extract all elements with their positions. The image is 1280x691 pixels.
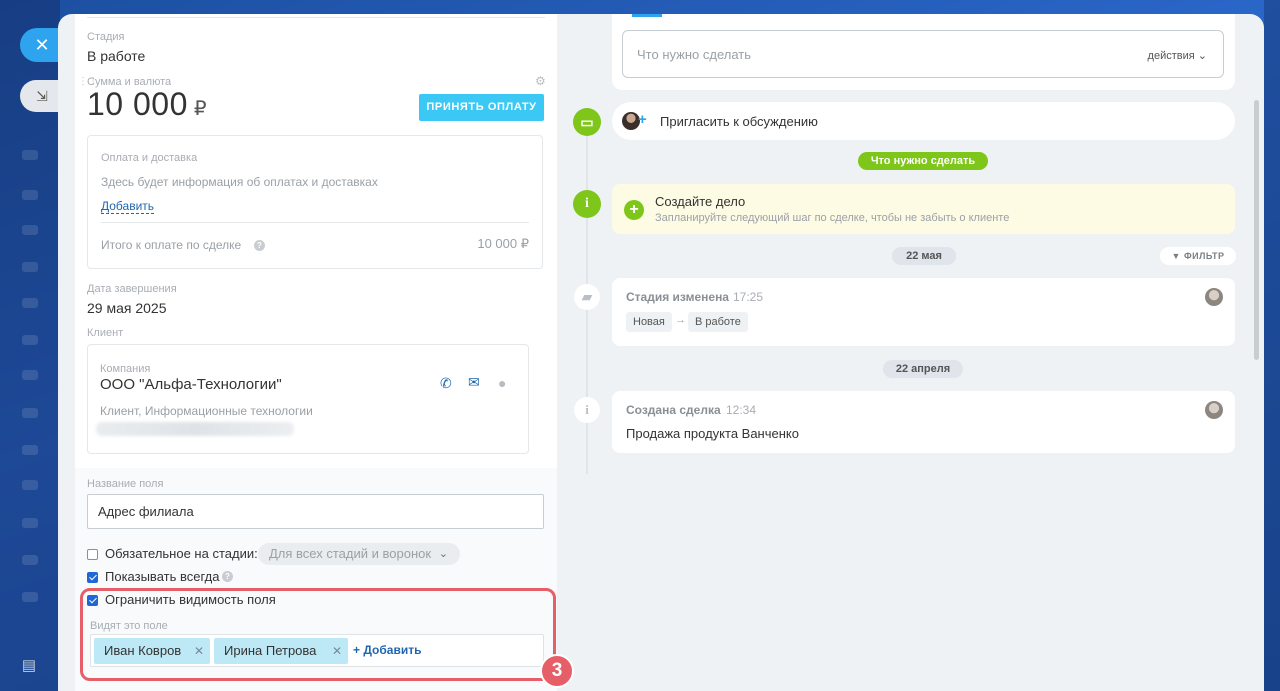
payment-info: Здесь будет информация об оплатах и дост… xyxy=(101,175,378,189)
phone-icon[interactable]: ✆ xyxy=(440,375,452,392)
date-separator: 22 апреля xyxy=(883,360,963,378)
todo-input[interactable]: Что нужно сделать действия ⌄ xyxy=(622,30,1224,78)
deal-panel: Стадия В работе ⋮⋮ Сумма и валюта ⚙ 10 0… xyxy=(58,14,1264,691)
actions-dropdown[interactable]: действия ⌄ xyxy=(1148,49,1207,62)
info-icon: i xyxy=(573,190,601,218)
field-name-label: Название поля xyxy=(87,478,164,490)
tab-indicator xyxy=(632,14,662,17)
highlight-frame xyxy=(80,588,556,681)
close-icon: ✕ xyxy=(34,35,50,55)
event-time: 12:34 xyxy=(726,403,757,417)
show-always-checkbox[interactable] xyxy=(87,572,98,583)
total-label-text: Итого к оплате по сделке xyxy=(101,238,242,252)
scrollbar[interactable] xyxy=(1254,100,1259,360)
payment-title: Оплата и доставка xyxy=(101,152,198,164)
avatar[interactable] xyxy=(1205,401,1223,419)
company-name[interactable]: ООО "Альфа-Технологии" xyxy=(100,376,282,393)
amount-number: 10 000 xyxy=(87,86,188,122)
help-icon[interactable]: ? xyxy=(254,240,265,251)
filter-button[interactable]: ▼ ФИЛЬТР xyxy=(1160,247,1236,265)
stage-from: Новая xyxy=(626,312,672,332)
chat-icon[interactable]: ● xyxy=(498,375,506,391)
divider xyxy=(87,17,545,18)
amount-value[interactable]: 10 000 ₽ xyxy=(87,86,207,123)
company-label: Компания xyxy=(100,363,151,375)
create-activity-card[interactable]: + Создайте дело Запланируйте следующий ш… xyxy=(612,184,1235,234)
required-label: Обязательное на стадии: xyxy=(105,546,258,561)
required-stage-value: Для всех стадий и воронок xyxy=(269,546,432,561)
end-date-value[interactable]: 29 мая 2025 xyxy=(87,300,167,316)
minimize-slider-button[interactable]: ⇲ xyxy=(20,80,60,112)
create-subtitle: Запланируйте следующий шаг по сделке, чт… xyxy=(655,212,1010,224)
print-icon[interactable]: ▤ xyxy=(18,656,40,676)
event-title: Создана сделка xyxy=(626,403,721,417)
filter-label: ФИЛЬТР xyxy=(1183,251,1225,261)
mail-icon[interactable]: ✉ xyxy=(468,374,480,391)
deal-created-event: Создана сделка 12:34 Продажа продукта Ва… xyxy=(612,391,1235,453)
payment-box: Оплата и доставка Здесь будет информация… xyxy=(87,135,543,269)
filter-icon: ▼ xyxy=(1171,251,1181,261)
required-checkbox[interactable] xyxy=(87,549,98,560)
add-payment-link[interactable]: Добавить xyxy=(101,199,155,214)
divider xyxy=(101,222,529,223)
arrow-right-icon: → xyxy=(675,314,686,326)
background-right-edge xyxy=(1264,0,1280,691)
todo-section-pill: Что нужно сделать xyxy=(858,152,988,170)
event-text: Продажа продукта Ванченко xyxy=(626,426,799,441)
actions-label: действия xyxy=(1147,50,1195,62)
gear-icon[interactable]: ⚙ xyxy=(535,74,546,88)
event-title: Стадия изменена xyxy=(626,290,729,304)
plus-icon: + xyxy=(638,111,647,128)
help-icon[interactable]: ? xyxy=(222,571,233,582)
chevron-down-icon: ⌄ xyxy=(1197,50,1207,62)
arrow-down-right-icon: ⇲ xyxy=(36,88,48,104)
stage-label: Стадия xyxy=(87,31,125,43)
stage-changed-event: Стадия изменена 17:25 Новая → В работе xyxy=(612,278,1235,346)
comment-icon: ▭ xyxy=(573,108,601,136)
field-name-input[interactable]: Адрес филиала xyxy=(87,494,544,529)
invite-discussion[interactable]: + Пригласить к обсуждению xyxy=(612,102,1235,140)
info-icon: i xyxy=(574,397,600,423)
plus-icon[interactable]: + xyxy=(624,200,644,220)
company-details: Клиент, Информационные технологии xyxy=(100,404,313,418)
todo-placeholder: Что нужно сделать xyxy=(637,47,751,62)
total-value: 10 000 ₽ xyxy=(477,236,529,251)
close-slider-button[interactable]: ✕ xyxy=(20,28,60,62)
end-date-label: Дата завершения xyxy=(87,283,177,295)
show-always-label: Показывать всегда xyxy=(105,569,220,584)
accept-payment-button[interactable]: ПРИНЯТЬ ОПЛАТУ xyxy=(419,94,544,121)
avatar[interactable] xyxy=(1205,288,1223,306)
currency-symbol: ₽ xyxy=(193,98,208,120)
stage-to: В работе xyxy=(688,312,748,332)
total-label: Итого к оплате по сделке xyxy=(101,238,241,252)
deal-fields-card: Стадия В работе ⋮⋮ Сумма и валюта ⚙ 10 0… xyxy=(75,14,557,468)
tag-icon: ▰ xyxy=(574,284,600,310)
step-badge: 3 xyxy=(540,654,574,688)
event-time: 17:25 xyxy=(733,290,764,304)
date-separator: 22 мая xyxy=(892,247,956,265)
blurred-contact xyxy=(96,422,294,436)
chevron-down-icon: ⌄ xyxy=(438,548,448,560)
required-stage-select[interactable]: Для всех стадий и воронок ⌄ xyxy=(258,543,460,565)
create-title: Создайте дело xyxy=(655,194,746,209)
client-label: Клиент xyxy=(87,327,124,339)
client-box: Компания ООО "Альфа-Технологии" ✆ ✉ ● Кл… xyxy=(87,344,529,454)
stage-value[interactable]: В работе xyxy=(87,48,145,64)
invite-label: Пригласить к обсуждению xyxy=(660,114,818,129)
